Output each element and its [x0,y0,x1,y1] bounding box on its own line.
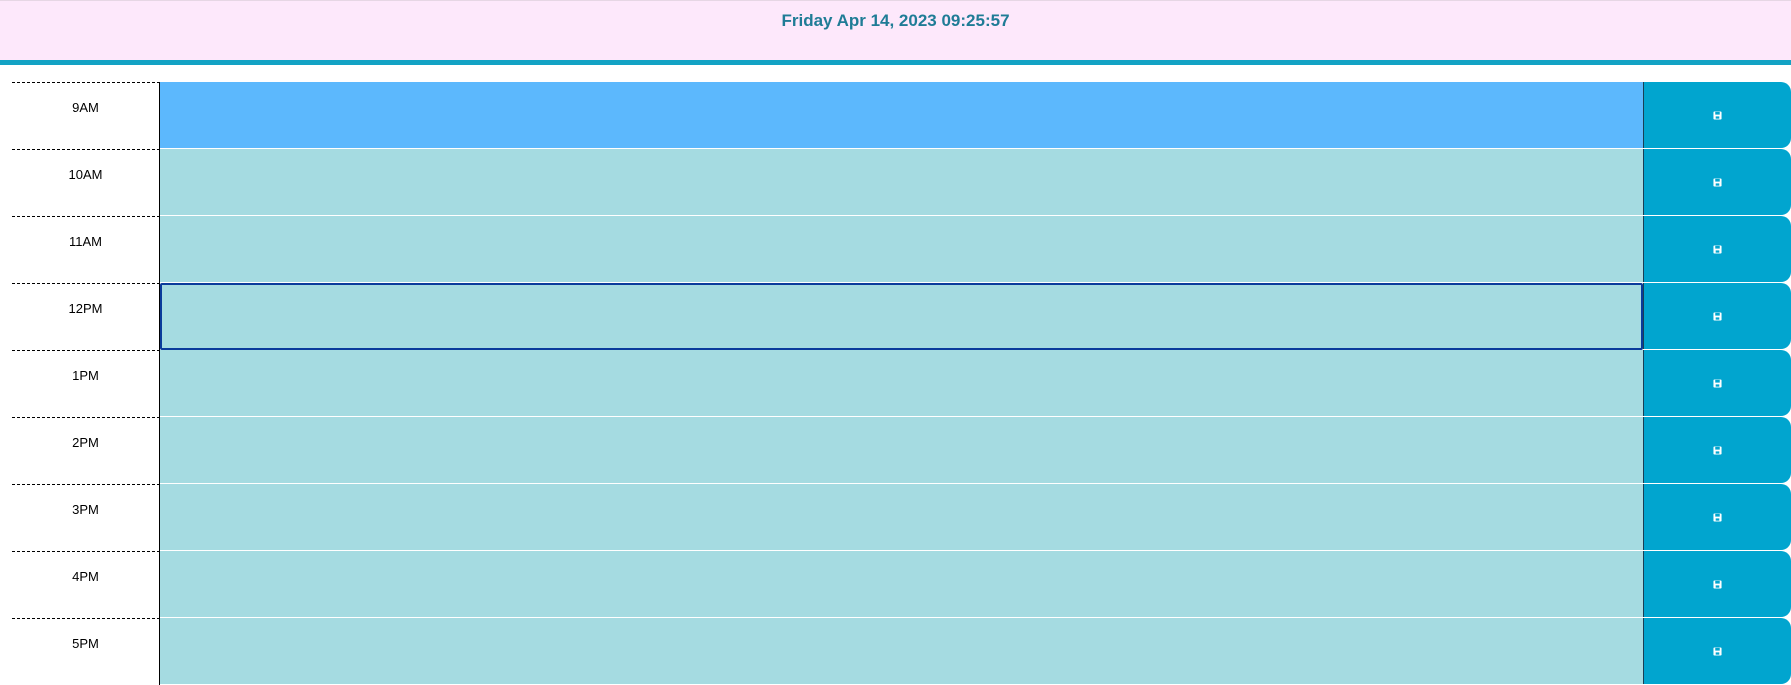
time-block-description-input[interactable] [160,350,1643,417]
time-block-description-input[interactable] [160,618,1643,685]
save-button[interactable] [1643,283,1791,349]
hour-label: 12PM [12,283,160,350]
save-icon [1713,177,1722,187]
save-button[interactable] [1643,149,1791,215]
save-button[interactable] [1643,216,1791,282]
header: Friday Apr 14, 2023 09:25:57 [0,0,1791,65]
planner-container: 9AM 10AM 11AM 12PM 1PM 2PM 3PM 4PM 5PM [12,82,1791,685]
time-block-row: 12PM [12,283,1791,350]
save-button[interactable] [1643,82,1791,148]
save-button[interactable] [1643,484,1791,550]
save-icon [1713,512,1722,522]
hour-label: 1PM [12,350,160,417]
time-block-description-input[interactable] [160,216,1643,283]
time-block-description-input[interactable] [160,82,1643,149]
save-button[interactable] [1643,417,1791,483]
save-button[interactable] [1643,551,1791,617]
time-block-row: 1PM [12,350,1791,417]
save-icon [1713,445,1722,455]
time-block-row: 9AM [12,82,1791,149]
time-block-row: 10AM [12,149,1791,216]
time-block-description-input[interactable] [160,149,1643,216]
time-block-row: 4PM [12,551,1791,618]
time-block-description-input[interactable] [160,417,1643,484]
time-block-description-input[interactable] [160,283,1643,350]
time-block-row: 3PM [12,484,1791,551]
time-block-row: 5PM [12,618,1791,685]
hour-label: 5PM [12,618,160,685]
save-button[interactable] [1643,618,1791,684]
save-icon [1713,579,1722,589]
save-icon [1713,646,1722,656]
time-block-description-input[interactable] [160,551,1643,618]
hour-label: 4PM [12,551,160,618]
time-block-row: 11AM [12,216,1791,283]
save-icon [1713,311,1722,321]
time-block-description-input[interactable] [160,484,1643,551]
save-icon [1713,110,1722,120]
hour-label: 9AM [12,82,160,149]
hour-label: 3PM [12,484,160,551]
save-icon [1713,244,1722,254]
current-datetime: Friday Apr 14, 2023 09:25:57 [781,11,1010,30]
hour-label: 10AM [12,149,160,216]
save-button[interactable] [1643,350,1791,416]
time-block-row: 2PM [12,417,1791,484]
save-icon [1713,378,1722,388]
hour-label: 11AM [12,216,160,283]
hour-label: 2PM [12,417,160,484]
